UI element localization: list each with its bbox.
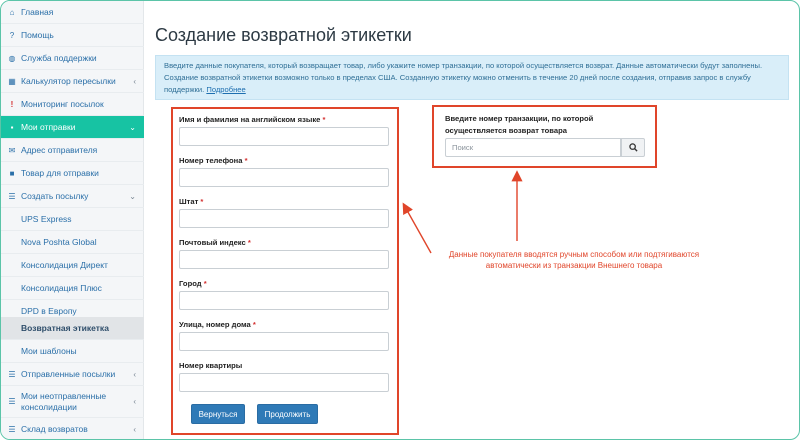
- annotation-text: Данные покупателя вводятся ручным способ…: [448, 250, 700, 270]
- arrow-to-form: [402, 202, 432, 254]
- app-frame: ⌂ Главная ? Помощь ◍ Служба поддержки ▦ …: [0, 0, 800, 440]
- annotation-arrows: [402, 170, 523, 254]
